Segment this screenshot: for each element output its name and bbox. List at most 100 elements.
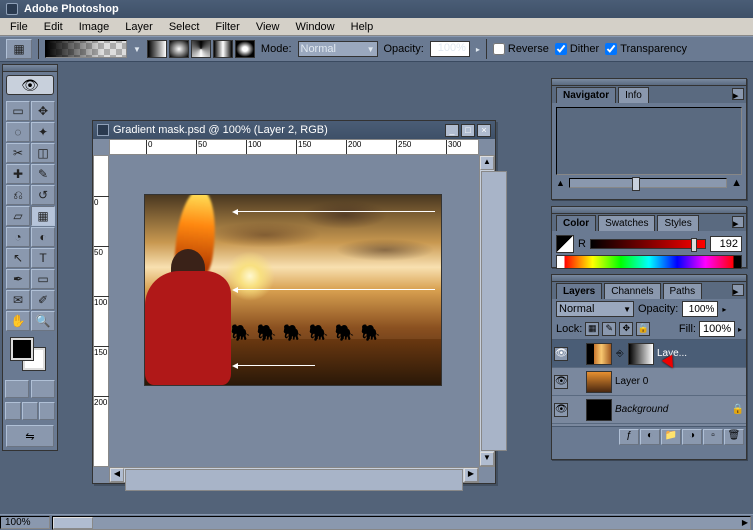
transparency-checkbox[interactable]: Transparency	[605, 43, 687, 55]
gradient-angle-button[interactable]	[191, 40, 211, 58]
wand-tool[interactable]: ✦	[31, 122, 55, 142]
menu-view[interactable]: View	[248, 19, 288, 35]
visibility-toggle[interactable]: 👁	[554, 375, 568, 389]
pen-tool[interactable]: ✒	[6, 269, 30, 289]
toolbox-handle[interactable]	[3, 65, 57, 72]
layer-opacity-input[interactable]	[682, 301, 718, 317]
opacity-flyout-icon[interactable]: ▸	[476, 45, 480, 54]
status-scroll-right-icon[interactable]: ▶	[742, 518, 748, 527]
layer-name[interactable]: Background	[615, 404, 729, 415]
canvas-image[interactable]: 🐘🐘🐘🐘🐘🐘🐘	[145, 195, 441, 385]
new-layer-button[interactable]: ▫	[703, 429, 723, 445]
menu-select[interactable]: Select	[161, 19, 208, 35]
menu-filter[interactable]: Filter	[207, 19, 247, 35]
menu-edit[interactable]: Edit	[36, 19, 71, 35]
color-panel-handle[interactable]	[552, 207, 746, 214]
horizontal-scrollbar[interactable]: ◀ ▶	[109, 467, 479, 483]
lock-position-button[interactable]: ✥	[619, 322, 633, 336]
menu-help[interactable]: Help	[343, 19, 382, 35]
layer-row-2[interactable]: 👁 ⎆ Laye...	[552, 340, 746, 368]
horizontal-ruler[interactable]: 0 50 100 150 200 250 300	[109, 139, 479, 155]
close-button[interactable]: ×	[477, 124, 491, 137]
color-swatch-mini[interactable]	[556, 235, 574, 253]
gradient-picker-dropdown-icon[interactable]: ▼	[133, 45, 141, 54]
quickmask-mode-button[interactable]	[31, 380, 55, 398]
zoom-slider[interactable]	[569, 178, 727, 188]
gradient-picker[interactable]	[45, 40, 127, 58]
new-set-button[interactable]: 📁	[661, 429, 681, 445]
marquee-tool[interactable]: ▭	[6, 101, 30, 121]
blur-tool[interactable]: ◔	[6, 227, 30, 247]
scroll-down-button[interactable]: ▼	[480, 452, 494, 466]
gradient-diamond-button[interactable]	[235, 40, 255, 58]
notes-tool[interactable]: ✉	[6, 290, 30, 310]
lock-transparency-button[interactable]: ▦	[585, 322, 599, 336]
shape-tool[interactable]: ▭	[31, 269, 55, 289]
visibility-toggle[interactable]: 👁	[554, 403, 568, 417]
scroll-up-button[interactable]: ▲	[480, 156, 494, 170]
history-brush-tool[interactable]: ↺	[31, 185, 55, 205]
layer-style-button[interactable]: ƒ	[619, 429, 639, 445]
navigator-panel-handle[interactable]	[552, 79, 746, 86]
crop-tool[interactable]: ✂	[6, 143, 30, 163]
menu-image[interactable]: Image	[71, 19, 118, 35]
stamp-tool[interactable]: ⎌	[6, 185, 30, 205]
screen-standard-button[interactable]	[5, 402, 21, 420]
zoom-in-icon[interactable]: ▲	[731, 177, 742, 189]
navigator-menu-button[interactable]: ▸	[732, 88, 744, 100]
slice-tool[interactable]: ◫	[31, 143, 55, 163]
layer-thumbnail[interactable]	[586, 343, 612, 365]
foreground-color-swatch[interactable]	[11, 338, 33, 360]
status-scroll-track[interactable]: ▶	[52, 516, 751, 530]
layer-name[interactable]: Laye...	[657, 348, 744, 359]
r-slider[interactable]	[590, 239, 706, 249]
reverse-checkbox[interactable]: Reverse	[493, 43, 549, 55]
layer-thumbnail[interactable]	[586, 399, 612, 421]
visibility-toggle[interactable]: 👁	[554, 347, 568, 361]
layer-blend-mode-select[interactable]: Normal▼	[556, 301, 634, 317]
type-tool[interactable]: T	[31, 248, 55, 268]
scroll-h-thumb[interactable]	[125, 469, 463, 491]
heal-tool[interactable]: ✚	[6, 164, 30, 184]
dither-checkbox[interactable]: Dither	[555, 43, 599, 55]
tab-layers[interactable]: Layers	[556, 283, 602, 299]
navigator-viewport[interactable]	[556, 107, 742, 175]
fill-flyout-icon[interactable]: ▸	[738, 325, 742, 334]
zoom-out-icon[interactable]: ▲	[556, 178, 565, 188]
zoom-tool[interactable]: 🔍	[31, 311, 55, 331]
tab-styles[interactable]: Styles	[657, 215, 698, 231]
tab-info[interactable]: Info	[618, 87, 649, 103]
toolbox-header-icon[interactable]: 👁	[6, 75, 54, 95]
dodge-tool[interactable]: ◐	[31, 227, 55, 247]
brush-tool[interactable]: ✎	[31, 164, 55, 184]
document-titlebar[interactable]: Gradient mask.psd @ 100% (Layer 2, RGB) …	[93, 121, 495, 139]
r-slider-thumb[interactable]	[691, 238, 697, 252]
eyedropper-tool[interactable]: ✐	[31, 290, 55, 310]
tab-channels[interactable]: Channels	[604, 283, 660, 299]
tab-navigator[interactable]: Navigator	[556, 87, 616, 103]
screen-full-menubar-button[interactable]	[22, 402, 38, 420]
vertical-scrollbar[interactable]: ▲ ▼	[479, 155, 495, 467]
path-tool[interactable]: ↖	[6, 248, 30, 268]
delete-layer-button[interactable]: 🗑	[724, 429, 744, 445]
scroll-left-button[interactable]: ◀	[110, 468, 124, 482]
layer-thumbnail[interactable]	[586, 371, 612, 393]
gradient-radial-button[interactable]	[169, 40, 189, 58]
blend-mode-select[interactable]: Normal ▼	[298, 41, 378, 57]
move-tool[interactable]: ✥	[31, 101, 55, 121]
lock-pixels-button[interactable]: ✎	[602, 322, 616, 336]
color-spectrum[interactable]	[556, 255, 742, 269]
canvas-area[interactable]: 🐘🐘🐘🐘🐘🐘🐘	[109, 155, 479, 467]
layer-row-background[interactable]: 👁 Background 🔒	[552, 396, 746, 424]
mask-link-icon[interactable]: ⎆	[615, 348, 625, 359]
fill-input[interactable]	[699, 321, 735, 337]
adjustment-layer-button[interactable]: ◑	[682, 429, 702, 445]
scroll-v-thumb[interactable]	[481, 171, 507, 451]
layer-name[interactable]: Layer 0	[615, 376, 744, 387]
current-tool-icon[interactable]: ▦	[6, 39, 32, 59]
maximize-button[interactable]: □	[461, 124, 475, 137]
menu-layer[interactable]: Layer	[117, 19, 161, 35]
screen-full-button[interactable]	[39, 402, 55, 420]
jump-to-imageready-button[interactable]: ⇋	[6, 425, 54, 447]
menu-window[interactable]: Window	[288, 19, 343, 35]
